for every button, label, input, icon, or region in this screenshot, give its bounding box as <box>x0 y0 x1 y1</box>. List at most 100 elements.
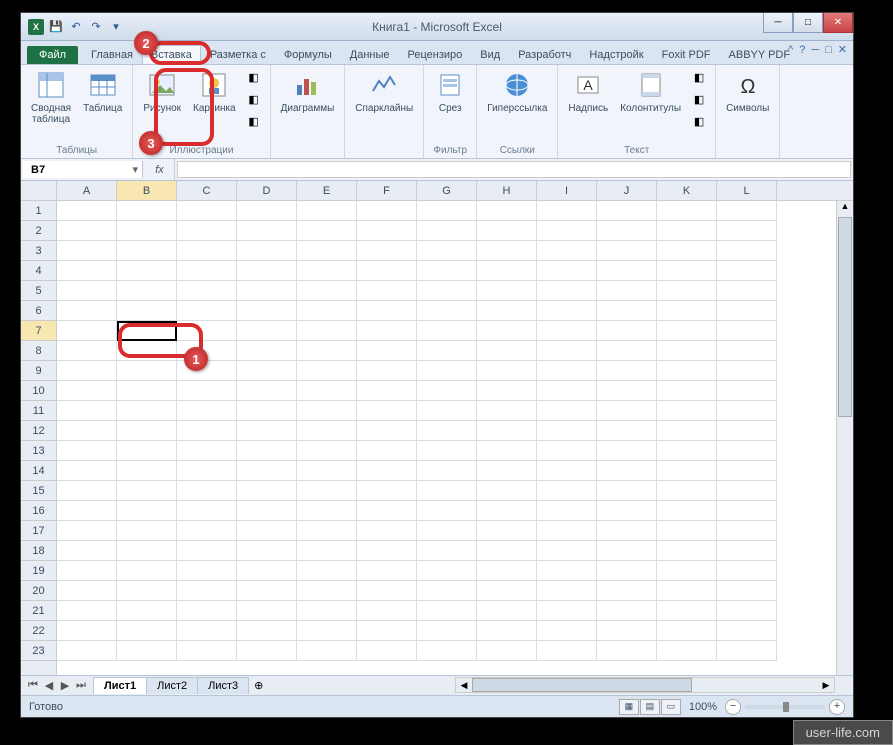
row-header-14[interactable]: 14 <box>21 461 56 481</box>
row-header-7[interactable]: 7 <box>21 321 56 341</box>
table-button[interactable]: Таблица <box>79 67 126 116</box>
tab-вставка[interactable]: Вставка <box>142 45 201 64</box>
vscroll-thumb[interactable] <box>838 217 852 417</box>
row-header-2[interactable]: 2 <box>21 221 56 241</box>
row-header-10[interactable]: 10 <box>21 381 56 401</box>
col-header-F[interactable]: F <box>357 181 417 200</box>
wordart-icon[interactable]: ◧ <box>689 67 709 87</box>
pivot-table-button[interactable]: Сводная таблица <box>27 67 75 127</box>
minimize-button[interactable]: ─ <box>763 13 793 33</box>
tab-данные[interactable]: Данные <box>341 45 399 64</box>
headerfooter-button[interactable]: Колонтитулы <box>616 67 685 116</box>
row-header-8[interactable]: 8 <box>21 341 56 361</box>
row-header-11[interactable]: 11 <box>21 401 56 421</box>
col-header-E[interactable]: E <box>297 181 357 200</box>
sheet-prev-icon[interactable]: ◀ <box>41 679 57 692</box>
fx-icon[interactable]: fx <box>145 159 175 180</box>
hyperlink-button[interactable]: Гиперссылка <box>483 67 551 116</box>
row-header-6[interactable]: 6 <box>21 301 56 321</box>
row-header-3[interactable]: 3 <box>21 241 56 261</box>
sparklines-button[interactable]: Спарклайны <box>351 67 417 116</box>
horizontal-scrollbar[interactable]: ◀ ▶ <box>455 677 835 693</box>
row-header-4[interactable]: 4 <box>21 261 56 281</box>
new-sheet-icon[interactable]: ⊕ <box>248 679 269 692</box>
tab-надстройк[interactable]: Надстройк <box>580 45 652 64</box>
help-icon[interactable]: ? <box>799 44 805 56</box>
scroll-right-icon[interactable]: ▶ <box>818 678 834 692</box>
col-header-G[interactable]: G <box>417 181 477 200</box>
row-header-23[interactable]: 23 <box>21 641 56 661</box>
col-header-A[interactable]: A <box>57 181 117 200</box>
row-header-22[interactable]: 22 <box>21 621 56 641</box>
tab-file[interactable]: Файл <box>27 46 78 64</box>
row-header-15[interactable]: 15 <box>21 481 56 501</box>
formula-input[interactable] <box>177 161 851 178</box>
sheet-first-icon[interactable]: ⏮ <box>25 679 41 692</box>
name-box-dropdown-icon[interactable]: ▾ <box>128 163 142 176</box>
tab-рецензиро[interactable]: Рецензиро <box>399 45 472 64</box>
symbols-button[interactable]: ΩСимволы <box>722 67 773 116</box>
save-icon[interactable]: 💾 <box>47 18 65 36</box>
tab-формулы[interactable]: Формулы <box>275 45 341 64</box>
vertical-scrollbar[interactable]: ▲ <box>836 201 853 675</box>
scroll-up-icon[interactable]: ▲ <box>837 201 853 217</box>
sheet-tab-Лист1[interactable]: Лист1 <box>93 677 147 694</box>
tab-разработч[interactable]: Разработч <box>509 45 580 64</box>
mdi-min-icon[interactable]: ─ <box>811 44 819 56</box>
maximize-button[interactable]: □ <box>793 13 823 33</box>
hscroll-thumb[interactable] <box>472 678 692 692</box>
tab-разметка с[interactable]: Разметка с <box>201 45 275 64</box>
scroll-left-icon[interactable]: ◀ <box>456 678 472 692</box>
object-icon[interactable]: ◧ <box>689 111 709 131</box>
col-header-C[interactable]: C <box>177 181 237 200</box>
zoom-in-button[interactable]: + <box>829 699 845 715</box>
select-all-corner[interactable] <box>21 181 57 200</box>
view-normal-icon[interactable]: ▦ <box>619 699 639 715</box>
mdi-restore-icon[interactable]: □ <box>825 44 832 56</box>
col-header-H[interactable]: H <box>477 181 537 200</box>
picture-button[interactable]: Рисунок <box>139 67 185 116</box>
row-header-20[interactable]: 20 <box>21 581 56 601</box>
zoom-out-button[interactable]: − <box>725 699 741 715</box>
shapes-icon[interactable]: ◧ <box>244 67 264 87</box>
cells-area[interactable]: ▲ <box>57 201 853 675</box>
mdi-close-icon[interactable]: ✕ <box>838 43 847 56</box>
charts-button[interactable]: Диаграммы <box>277 67 339 116</box>
screenshot-icon[interactable]: ◧ <box>244 111 264 131</box>
name-box[interactable]: B7 ▾ <box>23 161 143 178</box>
zoom-percent[interactable]: 100% <box>689 701 717 713</box>
row-header-21[interactable]: 21 <box>21 601 56 621</box>
sheet-next-icon[interactable]: ▶ <box>57 679 73 692</box>
view-pagebreak-icon[interactable]: ▭ <box>661 699 681 715</box>
smartart-icon[interactable]: ◧ <box>244 89 264 109</box>
zoom-slider[interactable] <box>745 705 825 709</box>
col-header-L[interactable]: L <box>717 181 777 200</box>
ribbon-minimize-icon[interactable]: ^ <box>788 44 793 56</box>
row-header-12[interactable]: 12 <box>21 421 56 441</box>
col-header-I[interactable]: I <box>537 181 597 200</box>
col-header-B[interactable]: B <box>117 181 177 200</box>
sheet-tab-Лист2[interactable]: Лист2 <box>146 677 198 694</box>
clipart-button[interactable]: Картинка <box>189 67 240 116</box>
row-header-16[interactable]: 16 <box>21 501 56 521</box>
col-header-D[interactable]: D <box>237 181 297 200</box>
slicer-button[interactable]: Срез <box>430 67 470 116</box>
sheet-tab-Лист3[interactable]: Лист3 <box>197 677 249 694</box>
qat-more-icon[interactable]: ▾ <box>107 18 125 36</box>
row-header-1[interactable]: 1 <box>21 201 56 221</box>
textbox-button[interactable]: AНадпись <box>564 67 612 116</box>
row-header-19[interactable]: 19 <box>21 561 56 581</box>
sigline-icon[interactable]: ◧ <box>689 89 709 109</box>
tab-главная[interactable]: Главная <box>82 45 142 64</box>
row-header-9[interactable]: 9 <box>21 361 56 381</box>
tab-вид[interactable]: Вид <box>471 45 509 64</box>
undo-icon[interactable]: ↶ <box>67 18 85 36</box>
view-pagelayout-icon[interactable]: ▤ <box>640 699 660 715</box>
row-header-5[interactable]: 5 <box>21 281 56 301</box>
redo-icon[interactable]: ↷ <box>87 18 105 36</box>
row-header-17[interactable]: 17 <box>21 521 56 541</box>
row-header-18[interactable]: 18 <box>21 541 56 561</box>
col-header-J[interactable]: J <box>597 181 657 200</box>
close-button[interactable]: ✕ <box>823 13 853 33</box>
row-header-13[interactable]: 13 <box>21 441 56 461</box>
